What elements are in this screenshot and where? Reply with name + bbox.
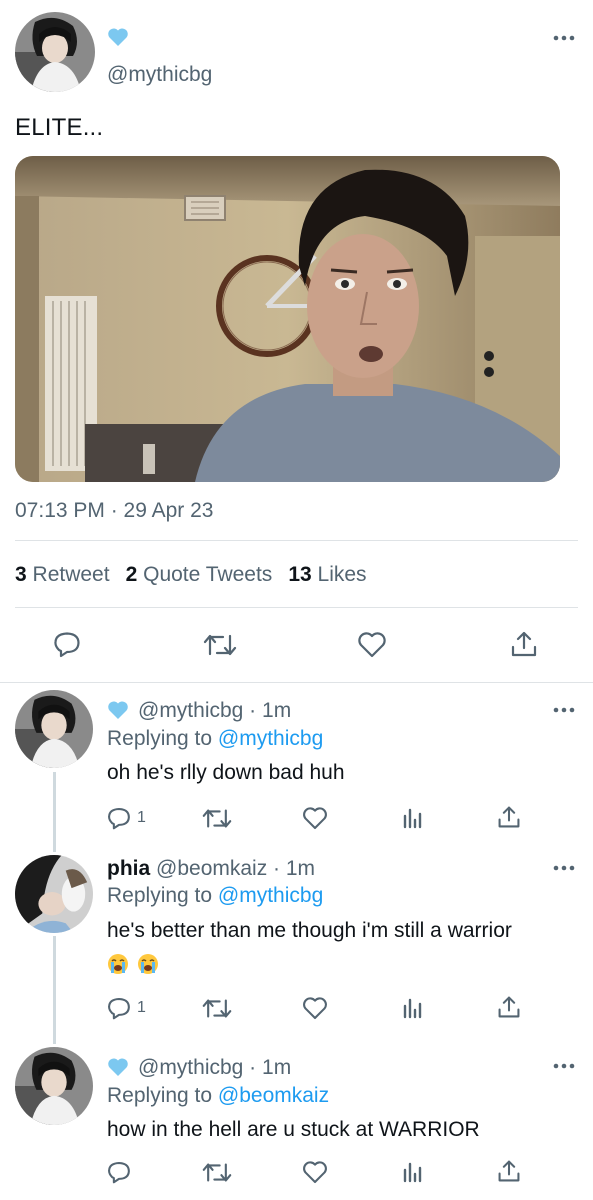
thread-line xyxy=(53,936,56,1044)
share-icon[interactable] xyxy=(497,995,521,1019)
like-icon[interactable] xyxy=(302,996,328,1020)
quotes-label: Quote Tweets xyxy=(143,563,273,586)
divider xyxy=(15,540,578,541)
more-options-icon[interactable] xyxy=(553,707,575,713)
reply-handle-time: @beomkaiz · 1m xyxy=(156,857,316,880)
likes-stat[interactable]: 13 Likes xyxy=(288,563,366,586)
like-icon[interactable] xyxy=(357,631,387,658)
reply-author[interactable]: phia @beomkaiz · 1m xyxy=(107,857,315,881)
replying-prefix: Replying to xyxy=(107,1084,213,1107)
share-icon[interactable] xyxy=(497,1159,521,1183)
reply-handle-time[interactable]: @mythicbg · 1m xyxy=(138,699,291,723)
reply-avatar[interactable] xyxy=(15,1047,93,1125)
reply-icon[interactable] xyxy=(53,630,81,658)
replying-to: Replying to @mythicbg xyxy=(107,884,323,908)
reply-text: how in the hell are u stuck at WARRIOR xyxy=(107,1118,480,1141)
mention-link[interactable]: @mythicbg xyxy=(218,727,323,750)
more-options-icon[interactable] xyxy=(553,1063,575,1069)
reply-text: oh he's rlly down bad huh xyxy=(107,761,345,784)
replying-prefix: Replying to xyxy=(107,884,213,907)
crying-emoji-icon xyxy=(108,954,158,974)
reply-icon[interactable] xyxy=(107,1160,131,1184)
retweet-icon[interactable] xyxy=(202,1161,232,1184)
tweet-stats: 3 Retweet 2 Quote Tweets 13 Likes xyxy=(15,563,367,587)
analytics-icon[interactable] xyxy=(402,997,422,1019)
like-icon[interactable] xyxy=(302,806,328,830)
emoji-row xyxy=(107,953,161,980)
replying-to: Replying to @beomkaiz xyxy=(107,1084,329,1108)
author-handle[interactable]: @mythicbg xyxy=(107,63,212,87)
author-avatar[interactable] xyxy=(15,12,95,92)
retweets-count: 3 xyxy=(15,563,27,586)
likes-label: Likes xyxy=(317,563,367,586)
thread-line xyxy=(53,772,56,852)
reply-avatar[interactable] xyxy=(15,855,93,933)
blue-heart-icon xyxy=(107,27,129,52)
mention-link[interactable]: @beomkaiz xyxy=(218,1084,329,1107)
reply-count: 1 xyxy=(137,809,146,826)
display-name: phia xyxy=(107,857,151,880)
analytics-icon[interactable] xyxy=(402,807,422,829)
reply-avatar[interactable] xyxy=(15,690,93,768)
quotes-stat[interactable]: 2 Quote Tweets xyxy=(126,563,273,586)
more-options-icon[interactable] xyxy=(553,35,575,41)
mention-link[interactable]: @mythicbg xyxy=(218,884,323,907)
retweets-stat[interactable]: 3 Retweet xyxy=(15,563,110,586)
retweets-label: Retweet xyxy=(32,563,110,586)
divider xyxy=(15,607,578,608)
reply-icon[interactable] xyxy=(107,996,131,1020)
retweet-icon[interactable] xyxy=(202,807,232,830)
like-icon[interactable] xyxy=(302,1160,328,1184)
blue-heart-icon xyxy=(107,700,129,725)
likes-count: 13 xyxy=(288,563,312,586)
retweet-icon[interactable] xyxy=(203,632,237,658)
replying-prefix: Replying to xyxy=(107,727,213,750)
reply-icon[interactable] xyxy=(107,806,131,830)
share-icon[interactable] xyxy=(497,805,521,829)
quotes-count: 2 xyxy=(125,563,138,586)
more-options-icon[interactable] xyxy=(553,865,575,871)
tweet-text: ELITE... xyxy=(15,114,104,141)
blue-heart-icon xyxy=(107,1057,129,1082)
divider xyxy=(0,682,593,683)
reply-count: 1 xyxy=(137,999,146,1016)
retweet-icon[interactable] xyxy=(202,997,232,1020)
analytics-icon[interactable] xyxy=(402,1161,422,1183)
replying-to: Replying to @mythicbg xyxy=(107,727,323,751)
share-icon[interactable] xyxy=(510,630,538,658)
tweet-media-image[interactable] xyxy=(15,156,560,482)
tweet-timestamp[interactable]: 07:13 PM · 29 Apr 23 xyxy=(15,499,213,523)
reply-handle-time[interactable]: @mythicbg · 1m xyxy=(138,1056,291,1080)
reply-text: he's better than me though i'm still a w… xyxy=(107,919,512,942)
